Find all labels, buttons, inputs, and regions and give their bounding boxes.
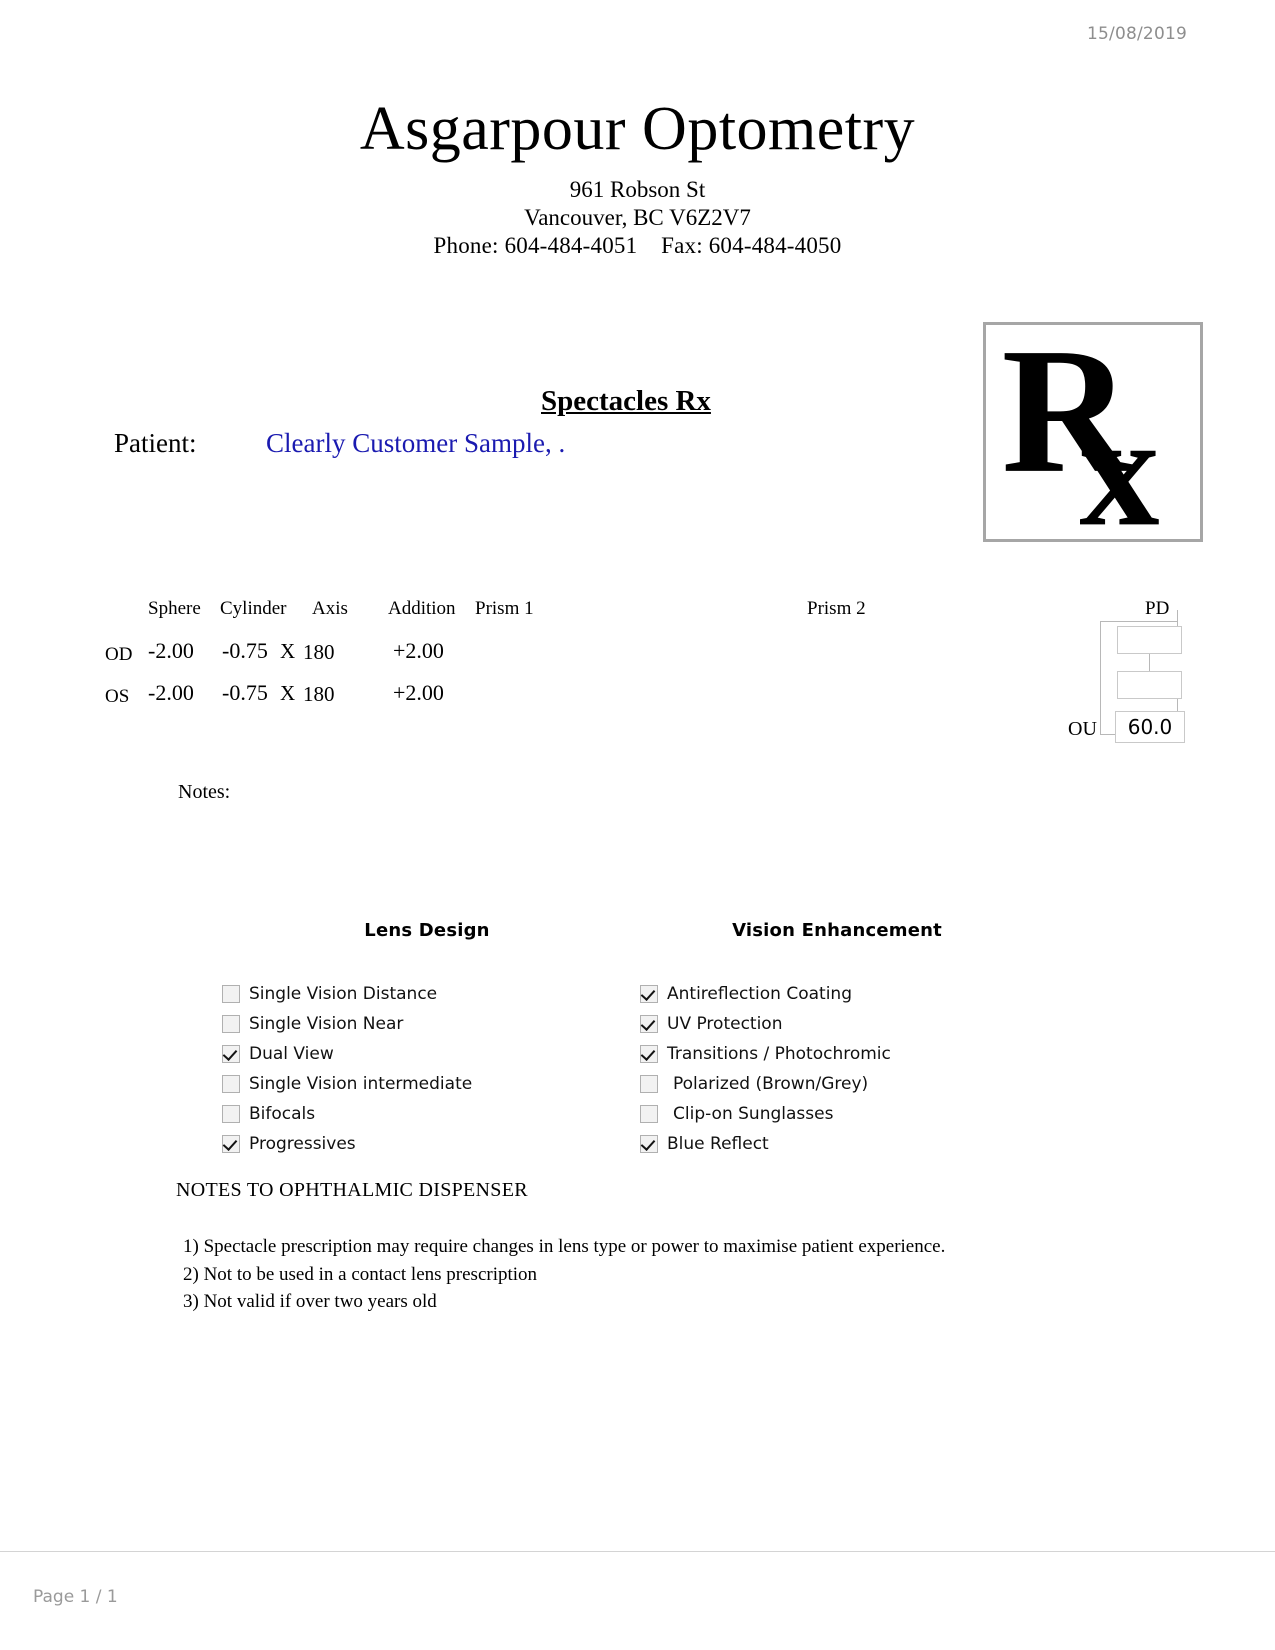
clinic-address: 961 Robson St Vancouver, BC V6Z2V7 Phone… [0,176,1275,260]
cell-addition: +2.00 [393,638,444,663]
patient-name: Clearly Customer Sample, . [266,428,566,458]
cell-axis: 180 [303,682,335,706]
column-header-cylinder: Cylinder [220,598,287,619]
prescription-page: 15/08/2019 Asgarpour Optometry 961 Robso… [0,0,1275,1650]
page-title: Spectacles Rx [541,385,711,417]
lens-design-option-dual-view[interactable]: Dual View [222,1039,652,1069]
checkbox-checked-icon[interactable] [222,1045,240,1063]
checkbox-checked-icon[interactable] [640,1015,658,1033]
rx-symbol-logo-box: R x [983,322,1203,542]
checkbox-icon[interactable] [640,1075,658,1093]
lens-design-option-single-vision-distance[interactable]: Single Vision Distance [222,979,652,1009]
vision-enhancement-option-blue-reflect[interactable]: Blue Reflect [640,1129,1070,1159]
rx-symbol-icon: R x [1002,325,1160,539]
axis-separator: X [280,639,296,663]
option-label: UV Protection [667,1014,783,1034]
option-label: Blue Reflect [667,1134,769,1154]
prescription-table: Sphere Cylinder Axis Addition Prism 1 Pr… [100,598,1060,720]
column-header-axis: Axis [312,598,348,619]
cell-sphere: -2.00 [148,680,194,705]
column-header-addition: Addition [388,598,456,619]
lens-design-section: Lens Design Single Vision Distance Singl… [222,920,652,1159]
lens-design-heading: Lens Design [364,920,490,941]
vision-enhancement-option-antireflection-coating[interactable]: Antireflection Coating [640,979,1070,1009]
cell-cylinder: -0.75 [222,638,268,663]
option-label: Dual View [249,1044,334,1064]
lens-design-option-single-vision-intermediate[interactable]: Single Vision intermediate [222,1069,652,1099]
svg-text:x: x [1079,381,1159,539]
footer-divider [0,1551,1275,1552]
pd-od-input[interactable] [1117,626,1182,654]
dispenser-notes-title: NOTES TO OPHTHALMIC DISPENSER [176,1179,528,1201]
vision-enhancement-section: Vision Enhancement Antireflection Coatin… [640,920,1070,1159]
option-label: Bifocals [249,1104,316,1124]
checkbox-icon[interactable] [640,1105,658,1123]
lens-design-option-single-vision-near[interactable]: Single Vision Near [222,1009,652,1039]
cell-cylinder: -0.75 [222,680,268,705]
option-label: Antireflection Coating [667,984,852,1004]
checkbox-checked-icon[interactable] [640,985,658,1003]
table-row: OS -2.00 -0.75 X 180 +2.00 [100,678,1060,720]
footer-page-indicator: Page 1 / 1 [33,1587,118,1607]
checkbox-checked-icon[interactable] [222,1135,240,1153]
vision-enhancement-heading: Vision Enhancement [732,920,942,941]
dispenser-note-1: 1) Spectacle prescription may require ch… [183,1236,946,1257]
pd-ou-value[interactable]: 60.0 [1115,711,1185,743]
vision-enhancement-option-clip-on-sunglasses[interactable]: Clip-on Sunglasses [640,1099,1070,1129]
dispenser-note-2: 2) Not to be used in a contact lens pres… [183,1264,538,1285]
table-row: OD -2.00 -0.75 X 180 +2.00 [100,636,1060,678]
pd-stem-middle [1149,653,1150,672]
clinic-contact-line: Phone: 604-484-4051 Fax: 604-484-4050 [433,233,842,258]
row-eye-label: OD [105,644,133,665]
column-header-prism1: Prism 1 [475,598,534,619]
clinic-address-line2: Vancouver, BC V6Z2V7 [524,205,751,230]
checkbox-icon[interactable] [222,985,240,1003]
row-eye-label: OS [105,686,130,707]
dispenser-note-3: 3) Not valid if over two years old [183,1291,437,1312]
notes-label: Notes: [178,781,231,803]
checkbox-checked-icon[interactable] [640,1135,658,1153]
option-label: Polarized (Brown/Grey) [673,1074,869,1094]
checkbox-icon[interactable] [222,1015,240,1033]
prescription-table-header: Sphere Cylinder Axis Addition Prism 1 Pr… [100,598,1060,626]
option-label: Single Vision Distance [249,984,438,1004]
pd-stem-top [1177,610,1178,627]
vision-enhancement-option-transitions-photochromic[interactable]: Transitions / Photochromic [640,1039,1070,1069]
option-label: Single Vision Near [249,1014,404,1034]
pd-os-input[interactable] [1117,671,1182,699]
cell-axis: 180 [303,640,335,664]
pd-label: PD [1145,598,1170,619]
pd-ou-label: OU [1068,718,1097,740]
pd-section: PD OU 60.0 [1060,596,1220,756]
cell-sphere: -2.00 [148,638,194,663]
option-label: Clip-on Sunglasses [673,1104,834,1124]
axis-separator: X [280,681,296,705]
option-label: Single Vision intermediate [249,1074,473,1094]
clinic-address-line1: 961 Robson St [569,177,706,202]
vision-enhancement-option-uv-protection[interactable]: UV Protection [640,1009,1070,1039]
column-header-prism2: Prism 2 [807,598,866,619]
clinic-name: Asgarpour Optometry [359,95,916,163]
lens-design-option-bifocals[interactable]: Bifocals [222,1099,652,1129]
option-label: Progressives [249,1134,356,1154]
patient-label: Patient: [114,428,197,458]
column-header-sphere: Sphere [148,598,201,619]
checkbox-icon[interactable] [222,1075,240,1093]
checkbox-checked-icon[interactable] [640,1045,658,1063]
vision-enhancement-option-polarized[interactable]: Polarized (Brown/Grey) [640,1069,1070,1099]
checkbox-icon[interactable] [222,1105,240,1123]
document-date: 15/08/2019 [1087,24,1187,44]
option-label: Transitions / Photochromic [667,1044,891,1064]
lens-design-option-progressives[interactable]: Progressives [222,1129,652,1159]
cell-addition: +2.00 [393,680,444,705]
